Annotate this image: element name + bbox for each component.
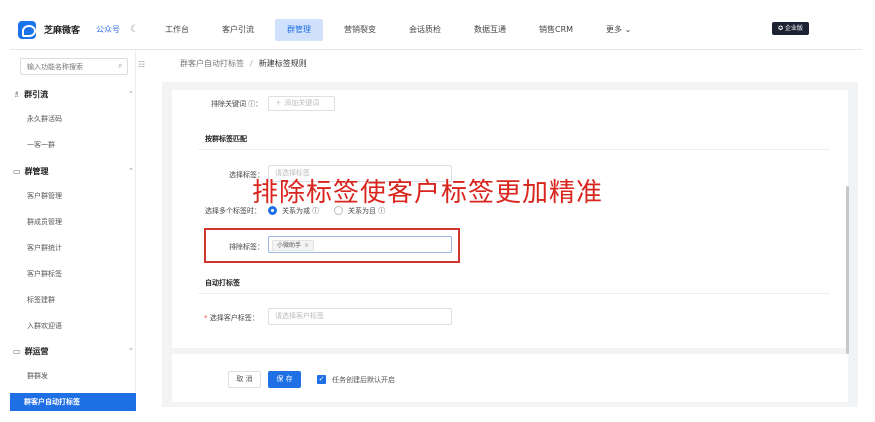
chevron-up-icon[interactable]: ⌃ xyxy=(128,347,134,355)
nav-sales-crm[interactable]: 销售CRM xyxy=(527,19,585,41)
exclude-keyword-label: 排除关键词 ⓘ： xyxy=(211,100,263,108)
nav-more[interactable]: 更多 ⌄ xyxy=(594,19,643,41)
cancel-button[interactable]: 取 消 xyxy=(228,371,261,388)
exclude-tag-label: 排除标签： xyxy=(229,243,264,251)
breadcrumb-current: 新建标签规则 xyxy=(258,59,307,68)
customer-tag-field[interactable]: 请选择客户标签 xyxy=(268,308,452,325)
sidebar-group-management[interactable]: ▭ 群管理 xyxy=(13,166,49,177)
relation-and-label[interactable]: 关系为且 ⓘ xyxy=(348,206,385,216)
nav-group-management[interactable]: 群管理 xyxy=(274,18,323,41)
nav-session-qc[interactable]: 会话质检 xyxy=(397,19,453,41)
relation-or-label[interactable]: 关系为或 ⓘ xyxy=(282,206,319,216)
search-icon[interactable]: ⌕ xyxy=(118,61,122,71)
sidebar-item-group-tags[interactable]: 客户群标签 xyxy=(27,269,62,279)
menu-collapse-icon[interactable]: ☷ xyxy=(138,60,145,69)
breadcrumb-parent[interactable]: 群客户自动打标签 xyxy=(180,59,244,68)
annotation-overlay-text: 排除标签使客户标签更加精准 xyxy=(252,178,604,208)
relation-and-radio[interactable] xyxy=(334,206,343,215)
enterprise-badge[interactable]: ✪ 企业版 xyxy=(772,22,809,35)
main-nav: 工作台 客户引流 群管理 营销裂变 会话质检 数据互通 销售CRM 更多 ⌄ xyxy=(153,18,652,41)
users-icon: ♗ xyxy=(13,90,21,99)
chevron-up-icon[interactable]: ⌃ xyxy=(128,90,134,98)
multi-tag-label: 选择多个标签时： xyxy=(205,207,261,215)
section-group-tag-title: 按群标签匹配 xyxy=(205,135,247,143)
chevron-up-icon[interactable]: ⌃ xyxy=(128,167,134,175)
nav-marketing[interactable]: 营销裂变 xyxy=(332,19,388,41)
sidebar-item-welcome[interactable]: 入群欢迎语 xyxy=(27,321,62,331)
auto-enable-label[interactable]: 任务创建后默认开启 xyxy=(332,375,395,385)
customer-tag-label: * 选择客户标签： xyxy=(204,314,259,322)
sidebar-item-member-manage[interactable]: 群成员管理 xyxy=(27,217,62,227)
scrollbar[interactable] xyxy=(846,186,849,354)
public-account-link[interactable]: 公众号 xyxy=(96,24,120,35)
chat-icon: ▭ xyxy=(13,347,21,356)
chat-icon: ▭ xyxy=(13,167,21,176)
nav-data-sync[interactable]: 数据互通 xyxy=(462,19,518,41)
exclude-tag-chip[interactable]: 小微助手 × xyxy=(272,240,315,251)
sidebar-item-group-stats[interactable]: 客户群统计 xyxy=(27,243,62,253)
sidebar-group-traffic[interactable]: ♗ 群引流 xyxy=(13,89,48,100)
sidebar-item-group-broadcast[interactable]: 群群发 xyxy=(27,371,48,381)
sidebar xyxy=(10,50,136,412)
sidebar-item-one-customer-one-group[interactable]: 一客一群 xyxy=(27,140,55,150)
app-logo-icon xyxy=(18,20,36,39)
section-auto-tag-title: 自动打标签 xyxy=(205,279,240,287)
divider xyxy=(198,293,830,294)
sidebar-item-tag-group[interactable]: 标签建群 xyxy=(27,295,55,305)
save-button[interactable]: 保 存 xyxy=(268,371,301,388)
sidebar-item-permanent-qr[interactable]: 永久群活码 xyxy=(27,114,62,124)
close-icon[interactable]: × xyxy=(304,242,309,249)
relation-or-radio[interactable] xyxy=(268,206,277,215)
breadcrumb: 群客户自动打标签 / 新建标签规则 xyxy=(180,59,307,68)
sidebar-item-auto-tag[interactable]: 群客户自动打标签 xyxy=(10,393,136,411)
divider xyxy=(198,149,830,150)
sidebar-group-operations[interactable]: ▭ 群运营 xyxy=(13,346,49,357)
nav-customer-traffic[interactable]: 客户引流 xyxy=(210,19,266,41)
auto-enable-checkbox[interactable]: ✓ xyxy=(317,375,326,384)
sidebar-search-input[interactable] xyxy=(20,58,128,75)
top-navigation-bar: 芝麻微客 公众号 ☾ 工作台 客户引流 群管理 营销裂变 会话质检 数据互通 销… xyxy=(10,10,862,50)
nav-workbench[interactable]: 工作台 xyxy=(153,19,201,41)
sidebar-item-group-manage[interactable]: 客户群管理 xyxy=(27,191,62,201)
brand-name: 芝麻微客 xyxy=(44,26,81,36)
dark-mode-icon[interactable]: ☾ xyxy=(130,24,139,35)
add-keyword-button[interactable]: ＋ 添加关键词 xyxy=(268,96,335,111)
